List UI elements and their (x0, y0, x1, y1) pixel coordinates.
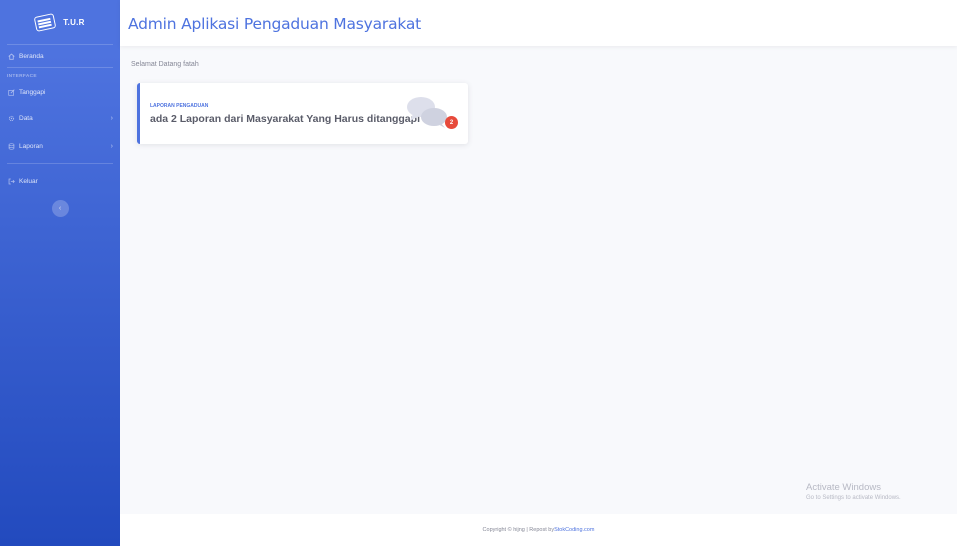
edit-icon (7, 88, 15, 96)
welcome-text: Selamat Datang fatah (131, 61, 199, 68)
card-label: LAPORAN PENGADUAN (150, 103, 209, 109)
card-value: ada 2 Laporan dari Masyarakat Yang Harus… (150, 113, 420, 125)
topbar: Admin Aplikasi Pengaduan Masyarakat (120, 0, 957, 46)
sidebar-item-label: Beranda (19, 52, 44, 60)
home-icon (7, 52, 15, 60)
brand-name: T.U.R (63, 17, 85, 27)
sidebar-item-tanggapi[interactable]: Tanggapi (0, 81, 120, 103)
chevron-right-icon: › (110, 142, 113, 150)
sidebar-item-keluar[interactable]: Keluar (0, 170, 120, 192)
activate-windows-watermark: Activate Windows Go to Settings to activ… (806, 482, 901, 501)
watermark-subtitle: Go to Settings to activate Windows. (806, 495, 901, 501)
page-title: Admin Aplikasi Pengaduan Masyarakat (128, 15, 422, 33)
sidebar-item-data[interactable]: Data › (0, 107, 120, 129)
logout-icon (7, 177, 15, 185)
watermark-title: Activate Windows (806, 482, 881, 493)
sidebar: T.U.R Beranda INTERFACE Tanggapi Data › … (0, 0, 120, 546)
chevron-right-icon: › (110, 114, 113, 122)
sidebar-item-label: Keluar (19, 177, 38, 185)
copyright-text: Copyright © hijng | Repost by (482, 527, 555, 533)
sidebar-divider (7, 163, 113, 164)
sidebar-toggle-button[interactable]: ‹ (51, 200, 69, 217)
notification-badge: 2 (445, 116, 458, 129)
sidebar-heading: INTERFACE (7, 74, 37, 79)
keyboard-icon (33, 12, 57, 32)
sidebar-item-laporan[interactable]: Laporan › (0, 135, 120, 157)
database-icon (7, 142, 15, 150)
sidebar-item-beranda[interactable]: Beranda (0, 45, 120, 67)
sidebar-item-label: Tanggapi (19, 88, 46, 96)
report-card[interactable]: LAPORAN PENGADUAN ada 2 Laporan dari Mas… (137, 83, 468, 144)
footer: Copyright © hijng | Repost by StokCoding… (120, 514, 957, 546)
brand[interactable]: T.U.R (0, 0, 120, 44)
sidebar-item-label: Laporan (19, 142, 43, 150)
chevron-left-icon: ‹ (58, 205, 62, 212)
gear-icon (7, 114, 15, 122)
sidebar-item-label: Data (19, 114, 33, 122)
comments-icon (406, 95, 450, 134)
footer-link[interactable]: StokCoding.com (554, 527, 594, 533)
